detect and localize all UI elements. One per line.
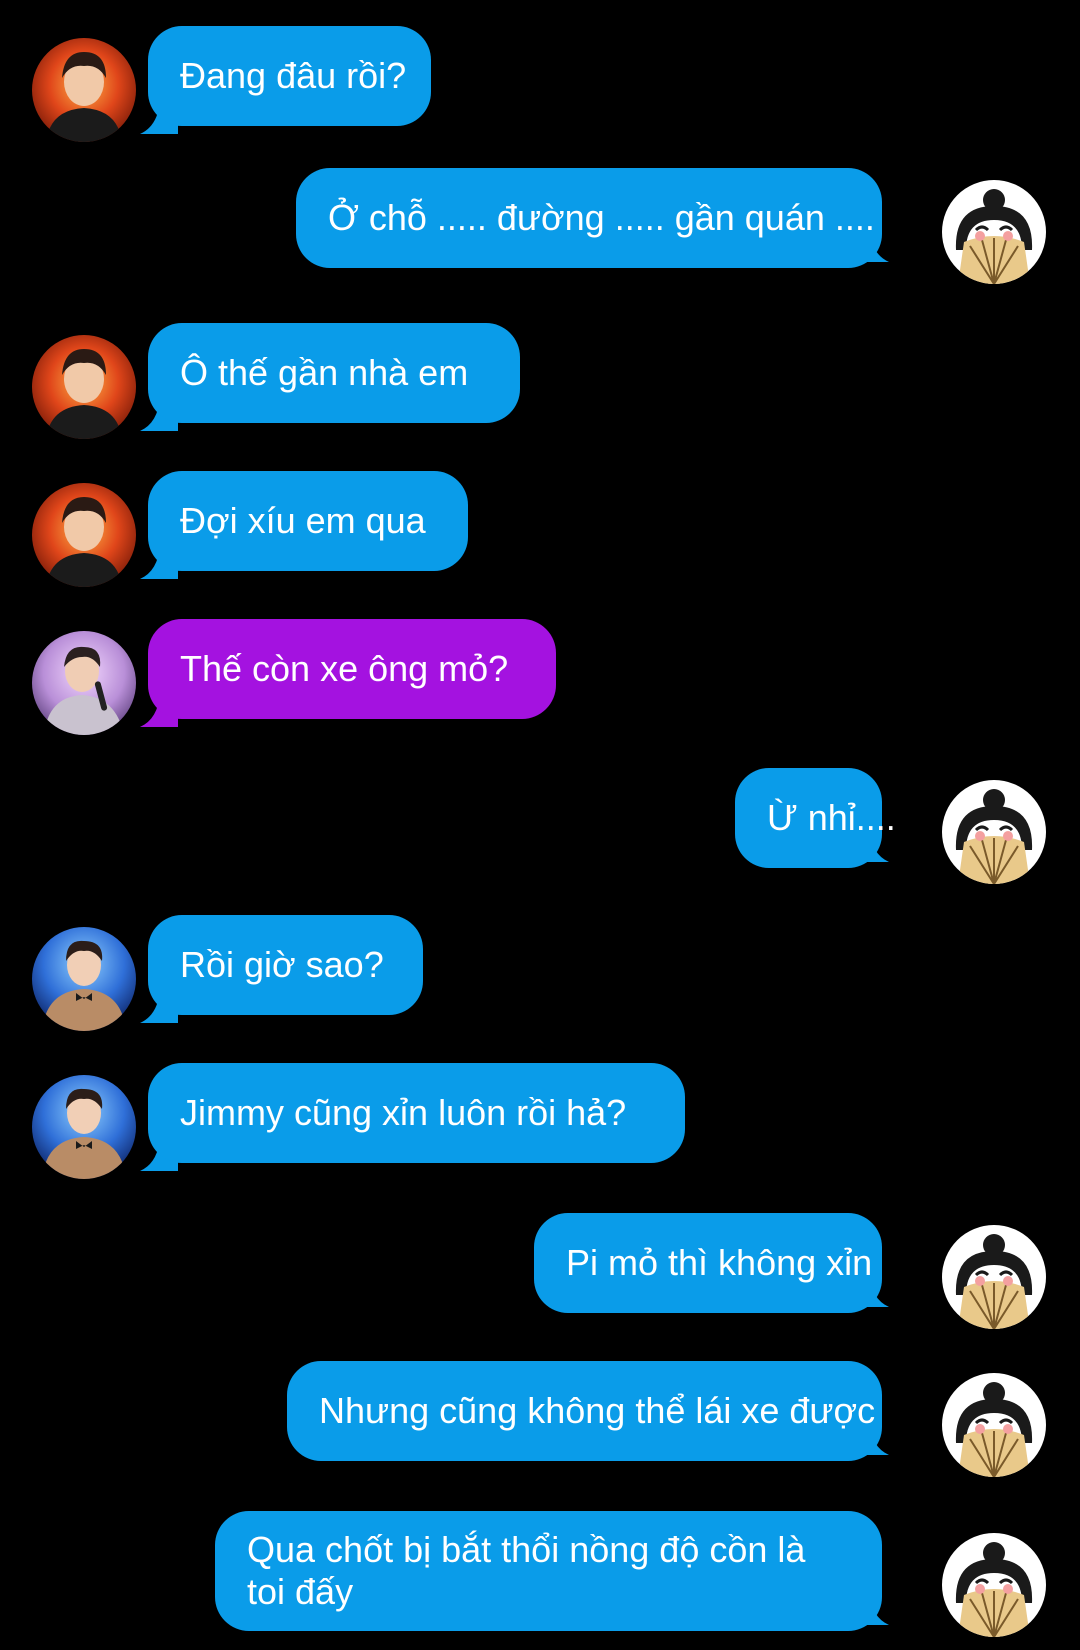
message-text: Nhưng cũng không thể lái xe được [319,1390,876,1431]
message-text: Ô thế gần nhà em [180,352,469,393]
message-bubble[interactable]: Ừ nhỉ.... [735,768,896,868]
avatar-me-fan-girl[interactable] [942,1373,1046,1477]
message-text: Jimmy cũng xỉn luôn rồi hả? [180,1092,627,1133]
message-bubble[interactable]: Ô thế gần nhà em [148,323,520,423]
avatar-red-stage-singer[interactable] [32,483,136,587]
message-bubble[interactable]: Pi mỏ thì không xỉn [534,1213,882,1313]
message-bubble[interactable]: Ở chỗ ..... đường ..... gần quán .... [296,168,882,268]
message-text: Qua chốt bị bắt thổi nồng độ cồn là toi … [247,1529,806,1612]
message-text: Rồi giờ sao? [180,944,384,985]
avatar-red-stage-singer[interactable] [32,335,136,439]
message-text: Đang đâu rồi? [180,55,407,96]
message-bubble[interactable]: Nhưng cũng không thể lái xe được [287,1361,882,1461]
avatar-me-fan-girl[interactable] [942,1225,1046,1329]
avatar-me-fan-girl[interactable] [942,780,1046,884]
message-bubble[interactable]: Đang đâu rồi? [148,26,431,126]
message-bubble[interactable]: Jimmy cũng xỉn luôn rồi hả? [148,1063,685,1163]
avatar-blue-suit-singer[interactable] [32,1075,136,1179]
message-text: Thế còn xe ông mỏ? [180,648,509,689]
message-bubble[interactable]: Qua chốt bị bắt thổi nồng độ cồn là toi … [215,1511,882,1631]
avatar-red-stage-singer[interactable] [32,38,136,142]
message-text: Ở chỗ ..... đường ..... gần quán .... [328,197,875,238]
avatar-me-fan-girl[interactable] [942,180,1046,284]
message-text: Ừ nhỉ.... [767,797,896,838]
message-text: Đợi xíu em qua [180,500,426,541]
message-bubble[interactable]: Đợi xíu em qua [148,471,468,571]
message-bubble[interactable]: Rồi giờ sao? [148,915,423,1015]
message-bubble[interactable]: Thế còn xe ông mỏ? [148,619,556,719]
avatar-mic-singer[interactable] [32,631,136,735]
avatar-me-fan-girl[interactable] [942,1533,1046,1637]
avatar-blue-suit-singer[interactable] [32,927,136,1031]
message-text: Pi mỏ thì không xỉn [566,1242,873,1283]
